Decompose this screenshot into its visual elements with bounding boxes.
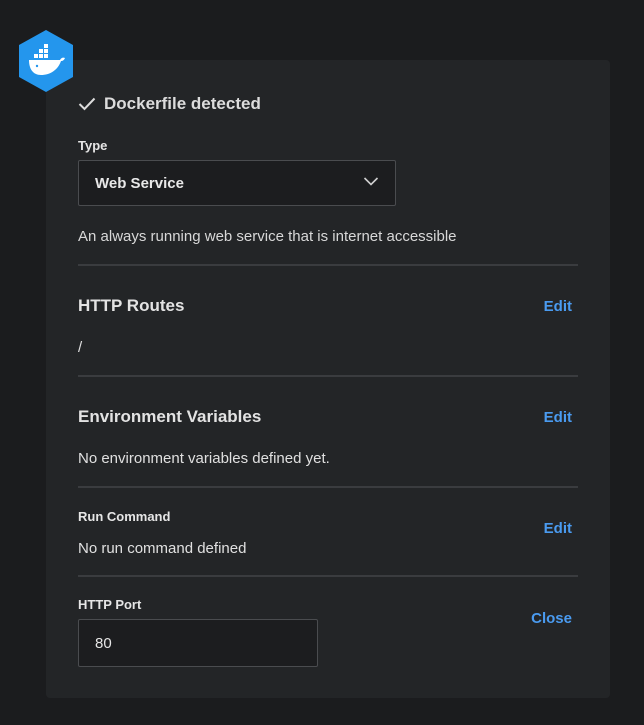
service-config-card: Dockerfile detected Type Web Service An … [46, 60, 610, 698]
page: Dockerfile detected Type Web Service An … [0, 0, 644, 725]
divider [78, 486, 578, 488]
type-select[interactable]: Web Service [78, 160, 396, 206]
http-port-input[interactable] [78, 619, 318, 667]
dockerfile-detected-text: Dockerfile detected [104, 94, 261, 113]
type-label: Type [78, 138, 108, 153]
http-port-close-link[interactable]: Close [531, 610, 572, 627]
divider [78, 264, 578, 266]
divider [78, 375, 578, 377]
http-port-label: HTTP Port [78, 597, 142, 612]
run-command-label: Run Command [78, 509, 171, 524]
divider [78, 575, 578, 577]
docker-logo-icon [19, 30, 73, 92]
type-select-value: Web Service [95, 174, 184, 192]
http-routes-value: / [78, 339, 83, 356]
type-description: An always running web service that is in… [78, 228, 457, 245]
run-command-value: No run command defined [78, 540, 247, 557]
run-command-edit-link[interactable]: Edit [544, 520, 572, 537]
env-vars-edit-link[interactable]: Edit [544, 409, 572, 426]
checkmark-icon [78, 97, 96, 111]
chevron-down-icon [363, 177, 379, 186]
env-vars-value: No environment variables defined yet. [78, 450, 330, 467]
http-routes-title: HTTP Routes [78, 296, 185, 315]
http-routes-edit-link[interactable]: Edit [544, 298, 572, 315]
dockerfile-detected-status: Dockerfile detected [78, 94, 261, 114]
env-vars-title: Environment Variables [78, 407, 262, 426]
